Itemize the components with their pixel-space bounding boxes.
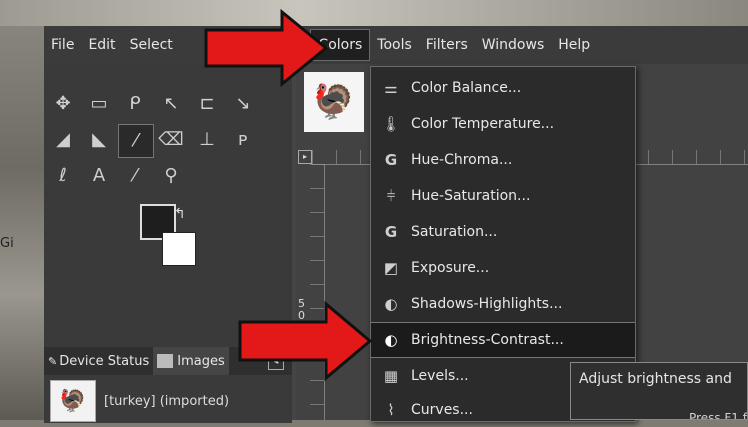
menu-help[interactable]: Help bbox=[551, 30, 597, 60]
warp-tool-icon[interactable]: ◢ bbox=[46, 124, 80, 156]
desktop-strip bbox=[0, 0, 748, 26]
device-status-icon: ✎ bbox=[48, 354, 58, 368]
color-picker-tool-icon[interactable]: ⁄ bbox=[118, 160, 152, 192]
images-tab-icon bbox=[157, 354, 174, 368]
menu-item-label: Saturation... bbox=[411, 224, 498, 240]
tooltip-text: Adjust brightness and bbox=[579, 371, 732, 387]
menu-item-label: Color Temperature... bbox=[411, 116, 555, 132]
tooltip: Adjust brightness and Press F1 fo bbox=[570, 362, 748, 420]
move-tool-icon[interactable]: ✥ bbox=[46, 88, 80, 120]
swap-colors-icon[interactable]: ↰ bbox=[174, 206, 186, 222]
menu-item-label: Exposure... bbox=[411, 260, 490, 276]
menu-item-brightness-contrast[interactable]: ◐ Brightness-Contrast... bbox=[371, 322, 635, 358]
brightness-contrast-icon: ◐ bbox=[384, 331, 398, 349]
color-temperature-icon: 🌡 bbox=[381, 115, 401, 133]
menu-edit[interactable]: Edit bbox=[81, 30, 122, 60]
menu-item-label: Brightness-Contrast... bbox=[411, 332, 564, 348]
bucket-fill-tool-icon[interactable]: ◣ bbox=[82, 124, 116, 156]
menu-item-color-temperature[interactable]: 🌡 Color Temperature... bbox=[371, 107, 635, 141]
menu-select[interactable]: Select bbox=[123, 30, 180, 60]
menu-file[interactable]: File bbox=[44, 30, 81, 60]
image-name: [turkey] (imported) bbox=[104, 393, 230, 409]
eraser-tool-icon[interactable]: ⌫ bbox=[154, 124, 188, 156]
menu-item-label: Color Balance... bbox=[411, 80, 522, 96]
menu-item-hue-chroma[interactable]: G Hue-Chroma... bbox=[371, 143, 635, 177]
menu-item-hue-saturation[interactable]: ⫩ Hue-Saturation... bbox=[371, 179, 635, 213]
menu-item-label: Hue-Chroma... bbox=[411, 152, 513, 168]
transform-tool-icon[interactable]: ↘ bbox=[226, 88, 260, 120]
menu-item-label: Hue-Saturation... bbox=[411, 188, 531, 204]
hue-chroma-icon: G bbox=[384, 151, 398, 169]
text-tool-icon[interactable]: A bbox=[82, 160, 116, 192]
menu-item-label: Shadows-Highlights... bbox=[411, 296, 563, 312]
fuzzy-select-tool-icon[interactable]: ↖ bbox=[154, 88, 188, 120]
shadows-highlights-icon: ◐ bbox=[384, 295, 398, 313]
menu-windows[interactable]: Windows bbox=[475, 30, 552, 60]
lasso-tool-icon[interactable]: ᑭ bbox=[118, 88, 152, 120]
tab-device-status[interactable]: ✎ Device Status bbox=[44, 347, 153, 375]
menubar: File Edit Select yer Colors Tools Filter… bbox=[44, 26, 748, 64]
curves-icon: ⌇ bbox=[387, 401, 395, 419]
quick-mask-icon[interactable]: ▸ bbox=[298, 150, 312, 164]
background-color-swatch[interactable] bbox=[162, 232, 196, 266]
paths-tool-icon[interactable]: ℓ bbox=[46, 160, 80, 192]
clone-tool-icon[interactable]: ⊥ bbox=[190, 124, 224, 156]
crop-tool-icon[interactable]: ⊏ bbox=[190, 88, 224, 120]
menu-tools[interactable]: Tools bbox=[370, 30, 419, 60]
tab-images-label: Images bbox=[177, 353, 225, 369]
menu-filters[interactable]: Filters bbox=[419, 30, 475, 60]
menu-item-color-balance[interactable]: ⚌ Color Balance... bbox=[371, 71, 635, 105]
desktop-side-label: Gi bbox=[0, 236, 14, 251]
red-arrow-right-bottom-icon bbox=[238, 300, 373, 382]
turkey-thumbnail-icon: 🦃 bbox=[50, 380, 96, 422]
tab-images[interactable]: Images bbox=[153, 347, 229, 375]
color-balance-icon: ⚌ bbox=[384, 79, 398, 97]
tab-device-status-label: Device Status bbox=[59, 353, 150, 369]
tooltip-help-hint: Press F1 fo bbox=[689, 411, 748, 420]
desktop-background bbox=[0, 0, 44, 420]
hue-saturation-icon: ⫩ bbox=[386, 187, 396, 205]
levels-icon: ▦ bbox=[383, 367, 399, 385]
saturation-icon: G bbox=[384, 223, 398, 241]
zoom-tool-icon[interactable]: ⚲ bbox=[154, 160, 188, 192]
paintbrush-tool-icon[interactable]: ⁄ bbox=[118, 124, 154, 158]
menu-item-label: Levels... bbox=[411, 368, 469, 384]
menu-item-exposure[interactable]: ◩ Exposure... bbox=[371, 251, 635, 285]
menu-item-shadows-highlights[interactable]: ◐ Shadows-Highlights... bbox=[371, 287, 635, 321]
image-list-item[interactable]: 🦃 [turkey] (imported) bbox=[44, 379, 292, 423]
menu-item-label: Curves... bbox=[411, 402, 473, 418]
red-arrow-right-top-icon bbox=[204, 8, 329, 88]
menu-item-saturation[interactable]: G Saturation... bbox=[371, 215, 635, 249]
rect-select-tool-icon[interactable]: ▭ bbox=[82, 88, 116, 120]
exposure-icon: ◩ bbox=[383, 259, 399, 277]
smudge-tool-icon[interactable]: ᴘ bbox=[226, 124, 260, 156]
